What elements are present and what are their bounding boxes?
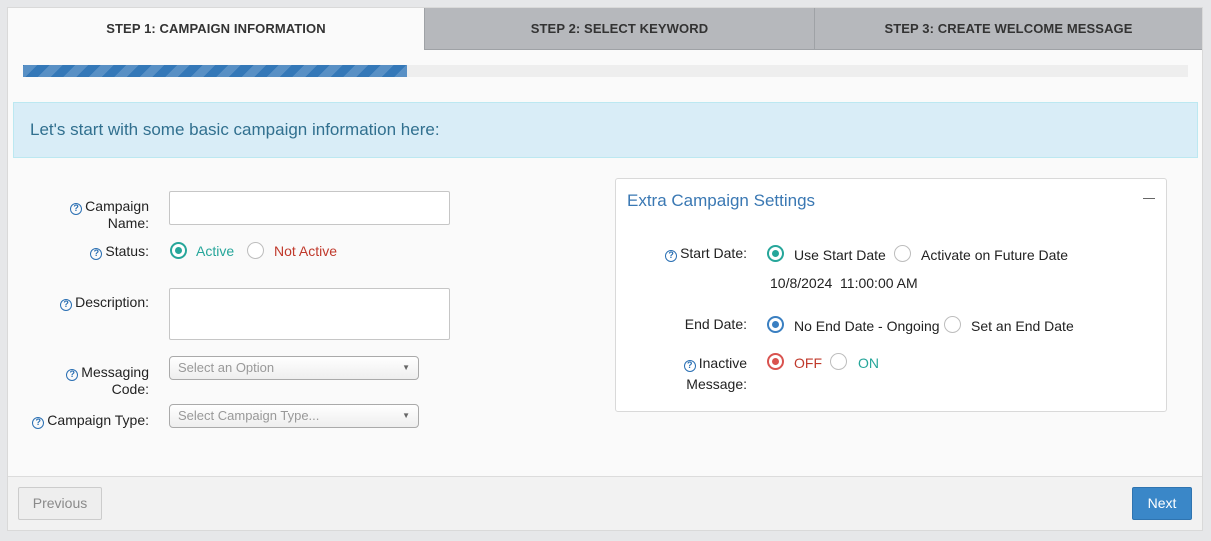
- help-icon[interactable]: ?: [90, 248, 103, 260]
- extra-settings-panel: Extra Campaign Settings ? Start Date: Use…: [615, 178, 1167, 412]
- activate-future-radio[interactable]: [894, 245, 911, 262]
- set-end-date-radio[interactable]: [944, 316, 961, 333]
- progress-bar: [23, 65, 1188, 77]
- campaign-name-label: ? Campaign Name:: [28, 198, 149, 231]
- inactive-off-radio[interactable]: [767, 353, 784, 370]
- chevron-down-icon: ▼: [402, 363, 410, 372]
- progress-bar-fill: [23, 65, 408, 77]
- tab-step-3[interactable]: STEP 3: CREATE WELCOME MESSAGE: [814, 8, 1202, 50]
- set-end-date-label[interactable]: Set an End Date: [971, 318, 1074, 335]
- description-input[interactable]: [169, 288, 450, 340]
- intro-text: Let's start with some basic campaign inf…: [30, 120, 440, 139]
- previous-button[interactable]: Previous: [18, 487, 102, 520]
- next-button[interactable]: Next: [1132, 487, 1192, 520]
- status-not-active-label[interactable]: Not Active: [274, 243, 337, 260]
- help-icon[interactable]: ?: [60, 299, 73, 311]
- use-start-date-radio[interactable]: [767, 245, 784, 262]
- help-icon[interactable]: ?: [66, 369, 79, 381]
- help-icon[interactable]: ?: [32, 417, 45, 429]
- campaign-type-select[interactable]: Select Campaign Type... ▼: [169, 404, 419, 428]
- messaging-code-select[interactable]: Select an Option ▼: [169, 356, 419, 380]
- status-label: ? Status:: [28, 243, 149, 260]
- help-icon[interactable]: ?: [70, 203, 83, 215]
- messaging-code-label: ? Messaging Code:: [28, 364, 149, 397]
- no-end-date-label[interactable]: No End Date - Ongoing: [794, 318, 940, 335]
- messaging-code-placeholder: Select an Option: [178, 360, 275, 375]
- activate-future-label[interactable]: Activate on Future Date: [921, 247, 1068, 264]
- end-date-label: End Date:: [684, 316, 747, 332]
- help-icon[interactable]: ?: [683, 360, 696, 372]
- campaign-type-label: ? Campaign Type:: [28, 412, 149, 429]
- status-active-radio[interactable]: [170, 242, 187, 259]
- tab-step-2[interactable]: STEP 2: SELECT KEYWORD: [424, 8, 814, 50]
- status-active-label[interactable]: Active: [196, 243, 234, 260]
- start-date-label: ? Start Date:: [626, 245, 747, 262]
- no-end-date-radio[interactable]: [767, 316, 784, 333]
- wizard-tabs: STEP 1: CAMPAIGN INFORMATION STEP 2: SEL…: [8, 8, 1202, 50]
- wizard-footer: Previous Next: [8, 476, 1202, 530]
- inactive-on-label[interactable]: ON: [858, 355, 879, 372]
- description-label: ? Description:: [28, 294, 149, 311]
- intro-alert: Let's start with some basic campaign inf…: [13, 102, 1198, 158]
- collapse-icon[interactable]: [1142, 189, 1156, 203]
- inactive-on-radio[interactable]: [830, 353, 847, 370]
- extra-settings-title: Extra Campaign Settings: [627, 191, 816, 210]
- start-datetime: 10/8/2024 11:00:00 AM: [770, 275, 918, 291]
- wizard-panel: STEP 1: CAMPAIGN INFORMATION STEP 2: SEL…: [7, 7, 1203, 531]
- chevron-down-icon: ▼: [402, 411, 410, 420]
- help-icon[interactable]: ?: [665, 250, 678, 262]
- inactive-message-label: ? Inactive Message:: [626, 353, 747, 395]
- tab-step-1[interactable]: STEP 1: CAMPAIGN INFORMATION: [8, 8, 424, 50]
- status-not-active-radio[interactable]: [247, 242, 264, 259]
- campaign-type-placeholder: Select Campaign Type...: [178, 408, 320, 423]
- inactive-off-label[interactable]: OFF: [794, 355, 822, 372]
- campaign-name-input[interactable]: [169, 191, 450, 225]
- use-start-date-label[interactable]: Use Start Date: [794, 247, 886, 264]
